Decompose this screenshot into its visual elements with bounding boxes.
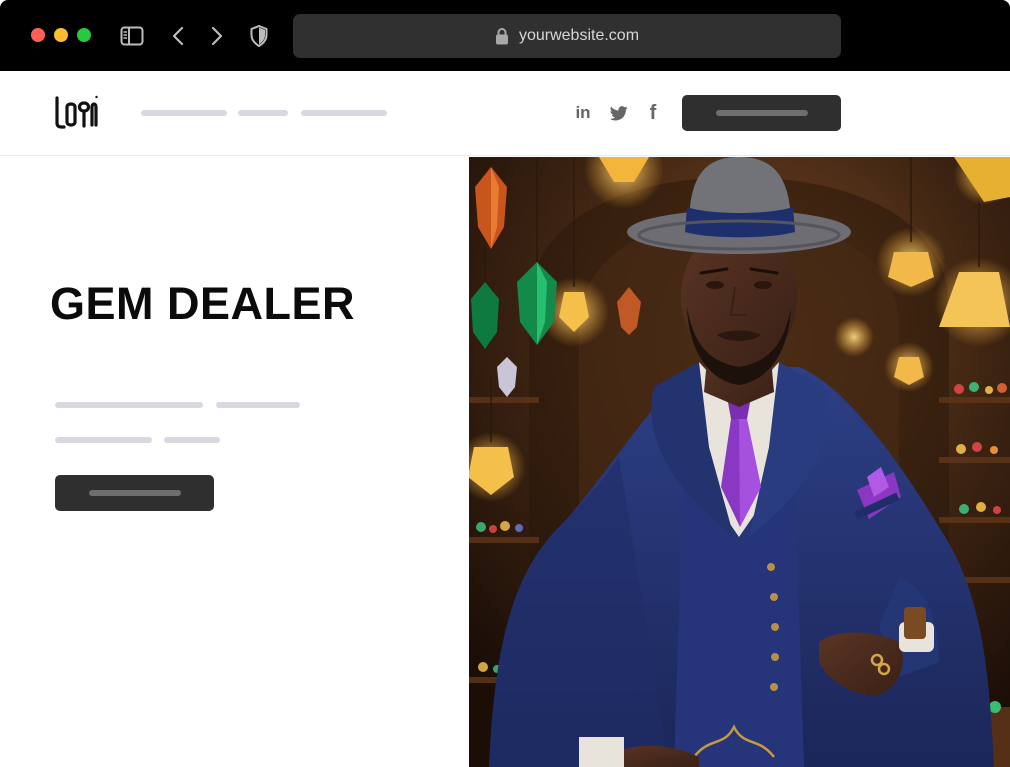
body-text-placeholder xyxy=(164,437,220,443)
body-text-placeholder xyxy=(55,402,203,408)
nav-link-placeholder[interactable] xyxy=(301,110,387,116)
nav-link-placeholder[interactable] xyxy=(141,110,227,116)
twitter-icon[interactable] xyxy=(608,102,630,124)
site-navbar: in f xyxy=(0,71,1010,156)
forward-button[interactable] xyxy=(204,23,230,49)
hero-image xyxy=(469,157,1010,767)
body-text-placeholder xyxy=(216,402,300,408)
minimize-window-button[interactable] xyxy=(54,28,68,42)
gem-dealer-illustration xyxy=(469,157,1010,767)
button-label-placeholder xyxy=(715,110,808,116)
chevron-left-icon xyxy=(172,26,184,46)
back-button[interactable] xyxy=(165,23,191,49)
address-bar[interactable]: yourwebsite.com xyxy=(293,14,841,58)
button-label-placeholder xyxy=(88,490,181,496)
url-text: yourwebsite.com xyxy=(518,27,640,44)
hero-title: GEM DEALER xyxy=(50,278,356,329)
privacy-button[interactable] xyxy=(246,23,272,49)
zoom-window-button[interactable] xyxy=(77,28,91,42)
linkedin-icon[interactable]: in xyxy=(572,102,594,124)
sidebar-toggle-button[interactable] xyxy=(119,23,145,49)
close-window-button[interactable] xyxy=(31,28,45,42)
logo-icon xyxy=(55,95,98,129)
shield-icon xyxy=(250,25,268,47)
chevron-right-icon xyxy=(211,26,223,46)
nav-cta-button[interactable] xyxy=(682,95,841,131)
browser-chrome: yourwebsite.com xyxy=(0,0,1010,71)
sidebar-icon xyxy=(120,26,144,46)
site-logo[interactable] xyxy=(54,95,98,129)
hero-cta-button[interactable] xyxy=(55,475,214,511)
body-text-placeholder xyxy=(55,437,152,443)
nav-link-placeholder[interactable] xyxy=(238,110,288,116)
facebook-icon[interactable]: f xyxy=(642,102,664,124)
lock-icon xyxy=(495,28,508,45)
